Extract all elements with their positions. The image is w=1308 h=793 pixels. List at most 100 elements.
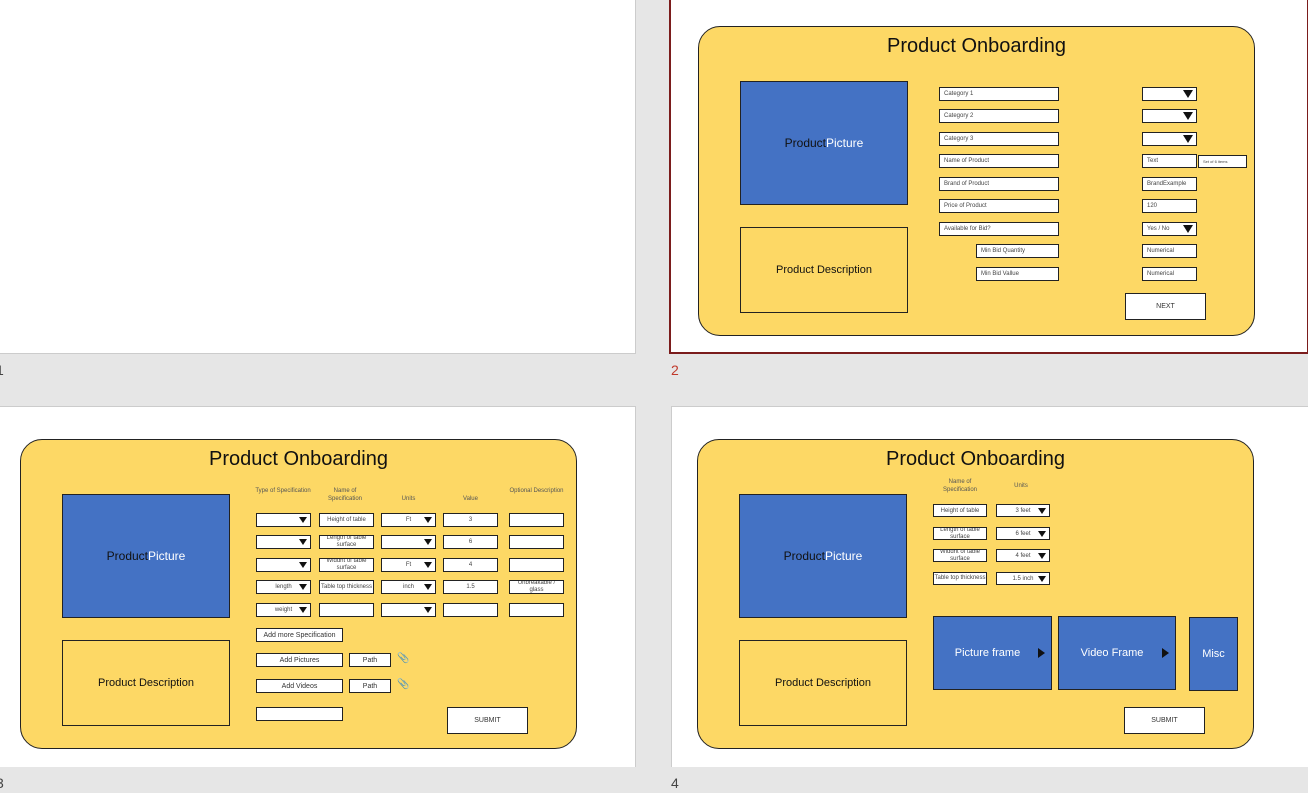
product-name-input[interactable]: Text (1142, 154, 1197, 168)
add-more-specification-button[interactable]: Add more Specification (256, 628, 343, 642)
submit-button[interactable]: SUBMIT (1124, 707, 1205, 734)
picture-label-b: Picture (825, 549, 863, 563)
brand-label: Brand of Product (939, 177, 1059, 191)
column-header-name: Name of Specification (942, 479, 978, 493)
spec-name-input[interactable] (319, 603, 374, 617)
spec-optional-input[interactable] (509, 603, 564, 617)
slide-2[interactable]: Product Onboarding Product Picture Produ… (669, 0, 1308, 354)
chevron-down-icon (1183, 90, 1193, 98)
page-title: Product Onboarding (886, 35, 1066, 57)
add-videos-button[interactable]: Add Videos (256, 679, 343, 693)
spec-units-dropdown[interactable]: inch (381, 580, 436, 594)
spec-optional-input[interactable]: Unbreakable / glass (509, 580, 564, 594)
spec-type-dropdown[interactable] (256, 513, 311, 527)
spec-type-value: weight (274, 607, 293, 613)
spec-units-dropdown[interactable]: Ft (381, 513, 436, 527)
spec-type-dropdown[interactable]: weight (256, 603, 311, 617)
spec-value-input[interactable]: 4 (443, 558, 498, 572)
spec-value-input[interactable] (443, 603, 498, 617)
spec-units-dropdown[interactable] (381, 603, 436, 617)
video-frame[interactable]: Video Frame (1058, 616, 1176, 690)
spec-units-dropdown[interactable]: 6 feet (996, 527, 1050, 540)
spec-value-input[interactable]: 1.5 (443, 580, 498, 594)
category-2-dropdown[interactable] (1142, 109, 1197, 123)
paperclip-icon[interactable]: 📎 (397, 679, 409, 690)
category-1-dropdown[interactable] (1142, 87, 1197, 101)
category-3-field[interactable]: Category 3 (939, 132, 1059, 146)
product-name-extra-input[interactable]: Set of 6 items (1198, 155, 1247, 168)
product-name-label: Name of Product (939, 154, 1059, 168)
spec-units-dropdown[interactable]: 3 feet (996, 504, 1050, 517)
slide-3-number: 3 (0, 775, 4, 791)
brand-input[interactable]: BrandExample (1142, 177, 1197, 191)
picture-frame[interactable]: Picture frame (933, 616, 1052, 690)
chevron-down-icon (1183, 225, 1193, 233)
chevron-down-icon (424, 607, 432, 613)
spec-units-dropdown[interactable]: 4 feet (996, 549, 1050, 562)
product-description[interactable]: Product Description (62, 640, 230, 726)
spec-type-dropdown[interactable]: length (256, 580, 311, 594)
spec-value-input[interactable]: 3 (443, 513, 498, 527)
misc-frame-label: Misc (1202, 648, 1225, 660)
paperclip-icon[interactable]: 📎 (397, 653, 409, 664)
spec-type-dropdown[interactable] (256, 535, 311, 549)
submit-button[interactable]: SUBMIT (447, 707, 528, 734)
spec-units-value: 3 feet (1015, 507, 1031, 514)
add-pictures-button[interactable]: Add Pictures (256, 653, 343, 667)
play-icon[interactable] (1038, 648, 1045, 658)
product-description[interactable]: Product Description (740, 227, 908, 313)
video-frame-label: Video Frame (1080, 647, 1144, 659)
spec-units-value: 1.5 inch (1012, 575, 1034, 582)
spec-value-input[interactable]: 6 (443, 535, 498, 549)
product-description[interactable]: Product Description (739, 640, 907, 726)
category-3-dropdown[interactable] (1142, 132, 1197, 146)
spec-units-value: 6 feet (1015, 530, 1031, 537)
picture-label-a: Product (783, 549, 825, 563)
pictures-path-input[interactable]: Path (349, 653, 391, 667)
spec-units-dropdown[interactable]: Ft (381, 558, 436, 572)
spec-name-input[interactable]: Height of table (319, 513, 374, 527)
videos-path-input[interactable]: Path (349, 679, 391, 693)
chevron-down-icon (299, 562, 307, 568)
category-2-field[interactable]: Category 2 (939, 109, 1059, 123)
spec-name-input[interactable]: Table top thickness (319, 580, 374, 594)
spec-type-dropdown[interactable] (256, 558, 311, 572)
spec-name-input[interactable]: Length of table surface (319, 535, 374, 549)
empty-input[interactable] (256, 707, 343, 721)
price-input[interactable]: 120 (1142, 199, 1197, 213)
slide-3[interactable]: Product Onboarding Product Picture Produ… (0, 406, 636, 767)
spec-name-field: Table top thickness (933, 572, 987, 585)
play-icon[interactable] (1162, 648, 1169, 658)
chevron-down-icon (1183, 112, 1193, 120)
spec-units-value: Ft (405, 562, 412, 568)
slide-4-number: 4 (671, 775, 679, 791)
product-picture[interactable]: Product Picture (740, 81, 908, 205)
next-button[interactable]: NEXT (1125, 293, 1206, 320)
spec-name-input[interactable]: Widdht of table surface (319, 558, 374, 572)
chevron-down-icon (424, 562, 432, 568)
spec-units-dropdown[interactable]: 1.5 inch (996, 572, 1050, 585)
spec-optional-input[interactable] (509, 513, 564, 527)
product-picture[interactable]: Product Picture (739, 494, 907, 618)
chevron-down-icon (1038, 507, 1046, 514)
page-title: Product Onboarding (208, 448, 388, 470)
spec-optional-input[interactable] (509, 535, 564, 549)
spec-name-field: Height of table (933, 504, 987, 517)
spec-units-dropdown[interactable] (381, 535, 436, 549)
chevron-down-icon (424, 517, 432, 523)
spec-optional-input[interactable] (509, 558, 564, 572)
column-header-name: Name of Specification (327, 488, 363, 502)
onboarding-card: Product Onboarding Product Picture Produ… (697, 439, 1254, 749)
misc-frame[interactable]: Misc (1189, 617, 1238, 691)
min-bid-quantity-input[interactable]: Numerical (1142, 244, 1197, 258)
column-header-type: Type of Specification (255, 488, 311, 494)
min-bid-value-input[interactable]: Numerical (1142, 267, 1197, 281)
chevron-down-icon (1038, 552, 1046, 559)
bid-available-dropdown[interactable]: Yes / No (1142, 222, 1197, 236)
column-header-units: Units (401, 496, 416, 502)
page-title: Product Onboarding (885, 448, 1065, 470)
product-picture[interactable]: Product Picture (62, 494, 230, 618)
slide-4[interactable]: Product Onboarding Product Picture Produ… (671, 406, 1308, 767)
category-1-field[interactable]: Category 1 (939, 87, 1059, 101)
slide-1[interactable] (0, 0, 636, 354)
